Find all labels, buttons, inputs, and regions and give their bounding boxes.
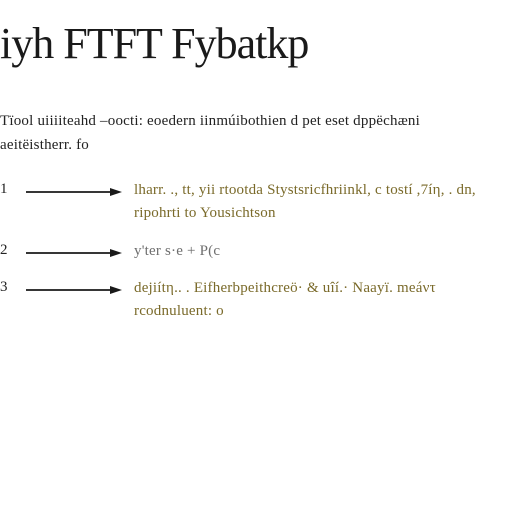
step-number: 3	[0, 277, 14, 296]
arrow-icon	[26, 240, 122, 258]
intro-paragraph: Tïool uiiiiteahd –oocti: eoedern iinmúib…	[0, 109, 488, 157]
step-number: 2	[0, 240, 14, 259]
step-body: y'ter s·e + P(c	[134, 240, 488, 263]
step-number: 1	[0, 179, 14, 198]
step-body: lharr. ., tt, yii rtootda Stystsricfhrii…	[134, 179, 488, 226]
document-page: iyh FTFT Fybatkp Tïool uiiiiteahd –oocti…	[0, 0, 512, 512]
step-row-1: 1 lharr. ., tt, yii rtootda Stystsricfhr…	[0, 179, 488, 226]
arrow-icon	[26, 179, 122, 197]
step-row-3: 3 dejiítη.. . Eifherbpeithcreö· & uîí.· …	[0, 277, 488, 324]
page-title: iyh FTFT Fybatkp	[0, 18, 488, 69]
arrow-icon	[26, 277, 122, 295]
step-row-2: 2 y'ter s·e + P(c	[0, 240, 488, 263]
step-body: dejiítη.. . Eifherbpeithcreö· & uîí.· Na…	[134, 277, 488, 324]
